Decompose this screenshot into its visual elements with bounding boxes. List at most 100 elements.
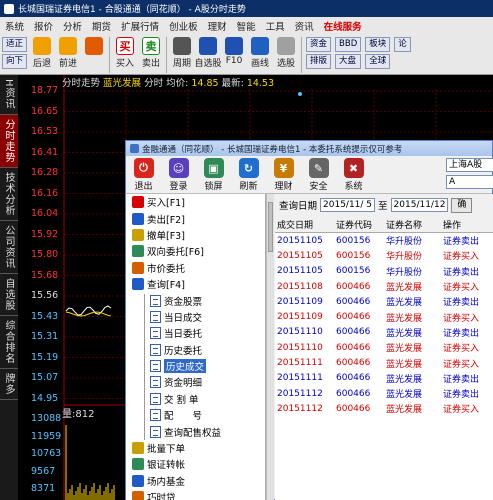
table-row[interactable]: 20151105 600156 华升股份 证券买入	[275, 248, 493, 263]
menu-item-0[interactable]: 系统	[0, 19, 29, 33]
main-toolbar: 适正向下 后退 前进 买买入卖卖出 周期 自选股 F10 画线 选股 资金排版 BBD 大盘 板块全球论	[0, 35, 493, 75]
table-row[interactable]: 20151110 600466 蓝光发展 证券卖出	[275, 325, 493, 340]
toolbar-button-up-arrow[interactable]: 后退	[29, 37, 55, 69]
toolbar-small-button[interactable]: 大盘	[335, 54, 362, 69]
toolbar-button-down-arrow[interactable]: 前进	[55, 37, 81, 69]
toolbar-small-button[interactable]: BBD	[335, 37, 362, 52]
dialog-button-security[interactable]: ✎ 安全	[301, 158, 336, 192]
power-icon	[85, 37, 104, 55]
menu-item-9[interactable]: 资讯	[290, 19, 319, 33]
toolbar-button-power[interactable]	[81, 37, 107, 56]
menu-item-4[interactable]: 扩展行情	[116, 19, 164, 33]
menu-item-5[interactable]: 创业板	[164, 19, 203, 33]
menu-item-2[interactable]: 分析	[58, 19, 87, 33]
left-tab-1[interactable]: 分时走势	[0, 114, 18, 168]
tree-item[interactable]: 场内基金	[126, 473, 265, 489]
menu-item-7[interactable]: 智能	[232, 19, 261, 33]
finance-icon: ¥	[273, 158, 294, 178]
toolbar-small-button[interactable]: 论	[394, 37, 411, 52]
tree-item[interactable]: 市价委托	[126, 260, 265, 276]
login-icon: ☺	[168, 158, 189, 178]
tree-item[interactable]: 买入[F1]	[126, 194, 265, 210]
menu-item-8[interactable]: 工具	[261, 19, 290, 33]
toolbar-nav-1[interactable]: 向下	[2, 54, 28, 69]
menu-item-1[interactable]: 报价	[29, 19, 58, 33]
column-header[interactable]: 证券名称	[382, 218, 440, 231]
menu-item-6[interactable]: 理财	[203, 19, 232, 33]
toolbar-button-draw[interactable]: 画线	[247, 37, 273, 69]
confirm-button[interactable]: 确	[451, 197, 473, 213]
table-row[interactable]: 20151109 600466 蓝光发展 证券买入	[275, 309, 493, 324]
dialog-button-exit[interactable]: ⏻ 退出	[126, 158, 161, 192]
toolbar-separator	[301, 37, 303, 73]
tree-item[interactable]: 查询配售权益	[126, 423, 265, 439]
tree-item[interactable]: 交 割 单	[126, 391, 265, 407]
left-tab-6[interactable]: 牌多	[0, 369, 18, 400]
tree-item[interactable]: 银证转帐	[126, 456, 265, 472]
menu-item-10[interactable]: 在线服务	[319, 19, 367, 33]
scroll-thumb[interactable]	[268, 202, 273, 252]
left-tab-3[interactable]: 公司资讯	[0, 221, 18, 274]
tree-item[interactable]: 配 号	[126, 407, 265, 423]
dialog-button-finance[interactable]: ¥ 理财	[266, 158, 301, 192]
column-header[interactable]: 操作	[440, 218, 493, 231]
left-tab-4[interactable]: 自选股	[0, 274, 18, 316]
tree-item[interactable]: 资金明细	[126, 374, 265, 390]
table-cell: 华升股份	[386, 237, 423, 248]
menu-item-3[interactable]: 期货	[87, 19, 116, 33]
table-row[interactable]: 20151110 600466 蓝光发展 证券买入	[275, 340, 493, 355]
toolbar-button-label: 画线	[251, 59, 270, 69]
dialog-button-lock[interactable]: ▣ 锁屏	[196, 158, 231, 192]
dialog-button-label: 安全	[309, 182, 328, 192]
column-header[interactable]: 成交日期	[275, 218, 333, 231]
dialog-button-login[interactable]: ☺ 登录	[161, 158, 196, 192]
toolbar-button-period[interactable]: 周期	[169, 37, 195, 69]
account-select[interactable]: A	[446, 175, 493, 189]
table-row[interactable]: 20151111 600466 蓝光发展 证券买入	[275, 355, 493, 370]
toolbar-button-select[interactable]: 选股	[273, 37, 299, 69]
dialog-button-system[interactable]: ✖ 系统	[336, 158, 371, 192]
tree-item[interactable]: 历史委托	[126, 342, 265, 358]
toolbar-button-star[interactable]: 自选股	[195, 37, 222, 69]
market-select[interactable]: 上海A股	[446, 158, 493, 172]
tree-item[interactable]: 双向委托[F6]	[126, 243, 265, 259]
toolbar-button-f10[interactable]: F10	[221, 37, 247, 66]
table-row[interactable]: 20151112 600466 蓝光发展 证券买入	[275, 401, 493, 416]
table-cell: 20151110	[277, 342, 323, 353]
tree-item[interactable]: 查询[F4]	[126, 276, 265, 292]
document-icon	[150, 360, 161, 373]
toolbar-small-button[interactable]: 板块	[365, 37, 391, 52]
table-row[interactable]: 20151109 600466 蓝光发展 证券卖出	[275, 294, 493, 309]
toolbar-button-buy[interactable]: 买买入	[112, 37, 138, 69]
date-to[interactable]: 2015/11/12	[390, 198, 449, 212]
tree-item[interactable]: 历史成交	[126, 358, 265, 374]
toolbar-small-button[interactable]: 资金	[306, 37, 332, 52]
tree-scrollbar[interactable]	[266, 194, 274, 500]
dialog-button-refresh[interactable]: ↻ 刷新	[231, 158, 266, 192]
tree-item[interactable]: 当日成交	[126, 309, 265, 325]
table-row[interactable]: 20151111 600466 蓝光发展 证券卖出	[275, 371, 493, 386]
table-row[interactable]: 20151112 600466 蓝光发展 证券卖出	[275, 386, 493, 401]
table-row[interactable]: 20151108 600466 蓝光发展 证券买入	[275, 279, 493, 294]
tree-item[interactable]: 卖出[F2]	[126, 210, 265, 226]
tree-item[interactable]: 当日委托	[126, 325, 265, 341]
lock-icon: ▣	[203, 158, 224, 178]
table-row[interactable]: 20151105 600156 华升股份 证券卖出	[275, 233, 493, 248]
toolbar-button-sell[interactable]: 卖卖出	[138, 37, 164, 69]
toolbar-small-button[interactable]: 全球	[365, 54, 391, 69]
tree-item[interactable]: 撤单[F3]	[126, 227, 265, 243]
table-row[interactable]: 20151105 600156 华升股份 证券卖出	[275, 264, 493, 279]
column-header[interactable]: 证券代码	[333, 218, 382, 231]
dialog-button-label: 登录	[169, 182, 188, 192]
table-cell: 蓝光发展	[386, 328, 423, 339]
left-tab-5[interactable]: 综合排名	[0, 316, 18, 369]
left-tab-2[interactable]: 技术分析	[0, 168, 18, 221]
tree-item[interactable]: 巧时贷	[126, 489, 265, 500]
app-logo-icon	[4, 3, 14, 14]
left-tab-0[interactable]: H资讯	[0, 75, 18, 115]
toolbar-nav-0[interactable]: 适正	[2, 37, 28, 52]
date-from[interactable]: 2015/11/ 5	[320, 198, 376, 212]
toolbar-small-button[interactable]: 排版	[306, 54, 332, 69]
tree-item[interactable]: 资金股票	[126, 292, 265, 308]
tree-item[interactable]: 批量下单	[126, 440, 265, 456]
